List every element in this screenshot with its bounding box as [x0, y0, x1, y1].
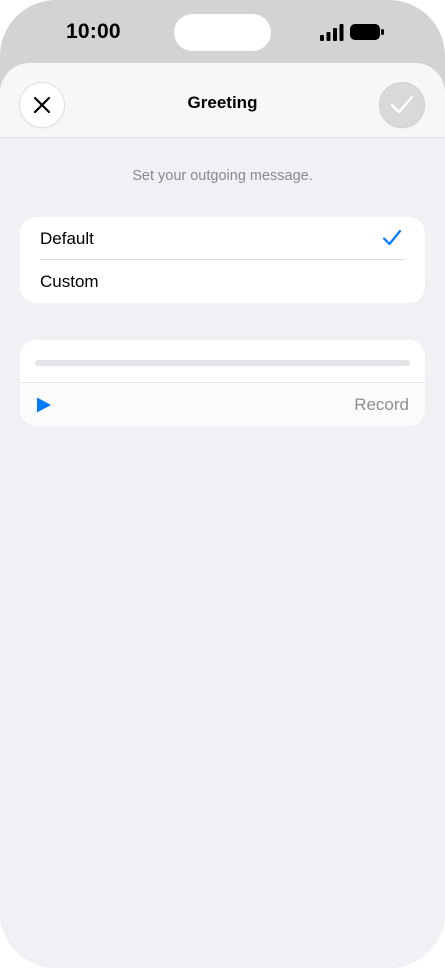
greeting-sheet: Greeting Set your outgoing message. Defa… [0, 63, 445, 968]
status-bar: 10:00 [0, 0, 445, 64]
option-custom[interactable]: Custom [20, 260, 425, 303]
checkmark-icon [390, 95, 414, 114]
playback-scrubber[interactable] [35, 360, 410, 366]
status-time: 10:00 [66, 20, 121, 43]
player-controls: Record [20, 383, 425, 426]
battery-icon [350, 24, 384, 40]
greeting-player: Record [20, 340, 425, 426]
option-label: Custom [40, 272, 99, 291]
play-icon[interactable] [34, 395, 54, 415]
greeting-options: Default Custom [20, 217, 425, 303]
selected-checkmark-icon [382, 229, 402, 246]
phone-screen: 10:00 Greeting Set your outgoing message… [0, 0, 445, 968]
confirm-button[interactable] [380, 83, 424, 127]
record-button[interactable]: Record [354, 395, 409, 415]
option-default[interactable]: Default [20, 217, 425, 260]
cellular-signal-icon [320, 24, 344, 41]
subtitle: Set your outgoing message. [132, 168, 313, 184]
close-button[interactable] [20, 83, 64, 127]
close-icon [33, 96, 51, 114]
page-title: Greeting [187, 93, 258, 112]
option-label: Default [40, 229, 94, 248]
dynamic-island [174, 14, 271, 51]
nav-bar: Greeting [0, 63, 445, 138]
